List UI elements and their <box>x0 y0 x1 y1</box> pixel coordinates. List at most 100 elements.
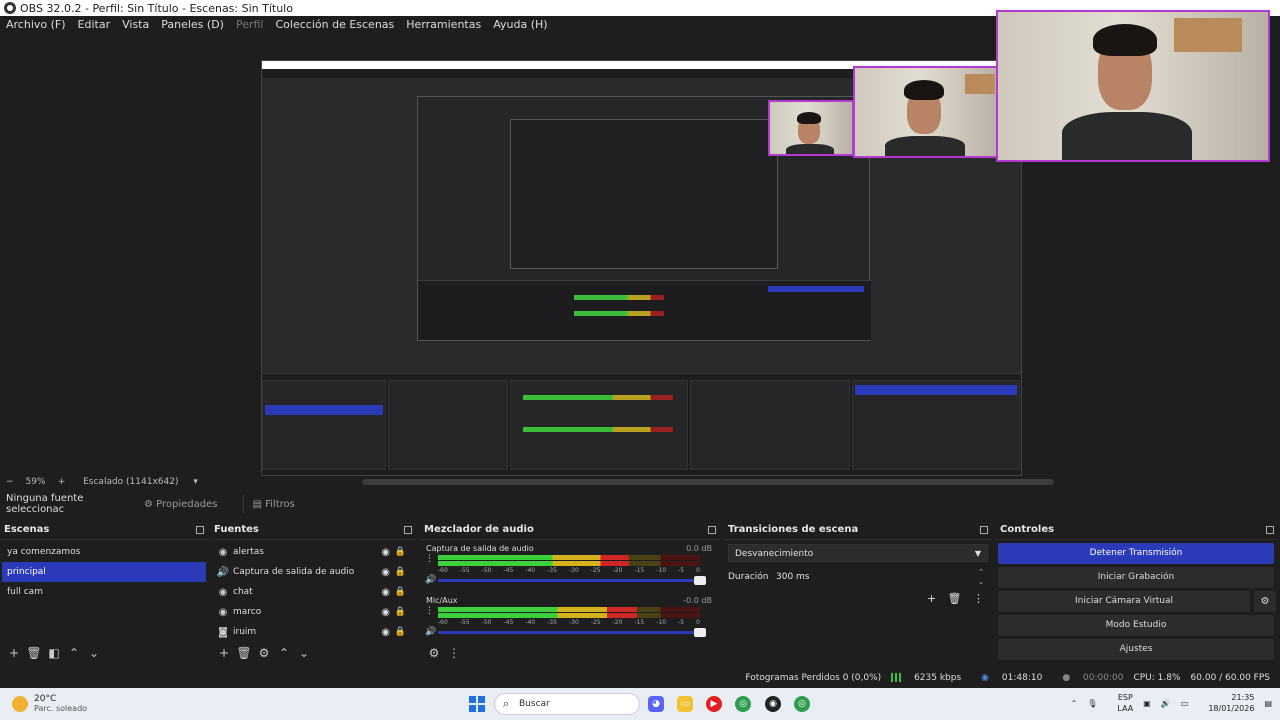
start-virtual-cam-button[interactable]: Iniciar Cámara Virtual <box>998 591 1250 612</box>
discord-icon[interactable]: ◕ <box>648 696 664 712</box>
chevron-up-icon[interactable]: ⌃ <box>1071 699 1078 708</box>
settings-button[interactable]: Ajustes <box>998 639 1274 660</box>
move-up-icon[interactable]: ⌃ <box>274 646 294 660</box>
notifications-icon[interactable]: ▤ <box>1264 699 1272 708</box>
obs-taskbar-icon[interactable]: ◉ <box>765 696 781 712</box>
studio-mode-button[interactable]: Modo Estudio <box>998 615 1274 636</box>
eye-icon[interactable]: ◉ <box>381 627 390 638</box>
move-down-icon[interactable]: ⌄ <box>84 646 104 660</box>
speaker-icon[interactable]: 🔊 <box>425 575 436 585</box>
remove-scene-icon[interactable]: 🗑 <box>24 646 44 660</box>
track-menu-icon[interactable]: ⋮ <box>425 606 434 616</box>
menu-ayuda[interactable]: Ayuda (H) <box>493 18 547 31</box>
lock-icon[interactable]: 🔒 <box>395 607 406 617</box>
scene-item-principal[interactable]: principal <box>2 562 206 582</box>
media-player-icon[interactable]: ▶ <box>706 696 722 712</box>
controls-dock-title: Controles <box>1000 524 1055 535</box>
meter-tick-label: -45 <box>503 567 514 574</box>
scene-filters-icon[interactable]: ◧ <box>44 646 64 660</box>
volume-slider[interactable] <box>438 628 706 637</box>
move-down-icon[interactable]: ⌄ <box>294 646 314 660</box>
stop-stream-button[interactable]: Detener Transmisión <box>998 543 1274 564</box>
add-source-icon[interactable]: + <box>214 646 234 660</box>
start-recording-button[interactable]: Iniciar Grabación <box>998 567 1274 588</box>
remove-source-icon[interactable]: 🗑 <box>234 646 254 660</box>
preview-canvas[interactable] <box>0 10 1280 476</box>
zoom-out-button[interactable]: − <box>6 477 14 487</box>
window-title: OBS 32.0.2 - Perfil: Sin Título - Escena… <box>20 1 293 15</box>
weather-widget[interactable]: 20°C Parc. soleado <box>12 694 87 713</box>
dock-detach-icon[interactable] <box>404 525 412 534</box>
source-item-chat[interactable]: ◉ chat ◉ 🔒 <box>212 582 414 602</box>
meter-tick-label: -25 <box>590 567 601 574</box>
menu-editar[interactable]: Editar <box>78 18 111 31</box>
scale-mode-dropdown[interactable]: Escalado (1141x642) ▾ <box>77 477 204 487</box>
chrome-profile-icon[interactable]: ◎ <box>794 696 810 712</box>
menu-perfil[interactable]: Perfil <box>236 18 264 31</box>
dock-detach-icon[interactable] <box>980 525 988 534</box>
obs-logo-icon <box>4 2 16 14</box>
eye-icon[interactable]: ◉ <box>381 547 390 558</box>
move-up-icon[interactable]: ⌃ <box>64 646 84 660</box>
preview-horizontal-scrollbar[interactable] <box>362 479 1054 485</box>
filters-button[interactable]: ▤ Filtros <box>244 496 302 513</box>
microphone-icon[interactable]: 🎙 <box>1087 699 1097 708</box>
duration-stepper[interactable]: ⌃ ⌄ <box>974 567 988 587</box>
scene-item-ya-comenzamos[interactable]: ya comenzamos <box>2 542 206 562</box>
scenes-dock-title: Escenas <box>4 524 50 535</box>
advanced-audio-icon[interactable]: ⚙ <box>424 646 444 660</box>
menu-coleccion-escenas[interactable]: Colección de Escenas <box>276 18 395 31</box>
lock-icon[interactable]: 🔒 <box>395 587 406 597</box>
taskbar-search[interactable]: ⌕ Buscar <box>494 693 640 715</box>
windows-start-icon[interactable] <box>469 696 485 712</box>
eye-icon[interactable]: ◉ <box>381 607 390 618</box>
add-transition-icon[interactable]: + <box>927 592 936 605</box>
volume-slider-handle[interactable] <box>694 628 706 637</box>
remove-transition-icon[interactable]: 🗑 <box>948 592 962 605</box>
dock-detach-icon[interactable] <box>1266 525 1274 534</box>
dock-detach-icon[interactable] <box>196 525 204 534</box>
lock-icon[interactable]: 🔒 <box>395 567 406 577</box>
meter-ticks: -60 -55 -50 -45 -40 -35 -30 -25 -20 -15 -10 -5 0 <box>438 619 700 626</box>
virtual-cam-settings-icon[interactable]: ⚙ <box>1254 591 1276 612</box>
source-item-captura-audio[interactable]: 🔊 Captura de salida de audio ◉ 🔒 <box>212 562 414 582</box>
menu-archivo[interactable]: Archivo (F) <box>6 18 66 31</box>
properties-button[interactable]: ⚙ Propiedades <box>136 496 225 513</box>
scene-item-full-cam[interactable]: full cam <box>2 582 206 602</box>
filter-icon: ▤ <box>252 498 262 510</box>
duration-input[interactable]: 300 ms <box>772 567 977 587</box>
meter-tick-label: -55 <box>459 619 470 626</box>
source-item-alertas[interactable]: ◉ alertas ◉ 🔒 <box>212 542 414 562</box>
transition-type-select[interactable]: Desvanecimiento ▼ <box>728 544 988 562</box>
menu-vista[interactable]: Vista <box>122 18 149 31</box>
volume-slider-handle[interactable] <box>694 576 706 585</box>
taskbar-clock[interactable]: 21:35 18/01/2026 <box>1198 692 1254 714</box>
dock-detach-icon[interactable] <box>708 525 716 534</box>
speaker-icon[interactable]: 🔊 <box>425 627 436 637</box>
stream-icon: ◉ <box>981 673 990 683</box>
source-properties-icon[interactable]: ⚙ <box>254 646 274 660</box>
record-time-value: 00:00:00 <box>1083 673 1124 683</box>
lock-icon[interactable]: 🔒 <box>395 547 406 557</box>
zoom-in-button[interactable]: + <box>58 477 66 487</box>
transitions-dock: Transiciones de escena Desvanecimiento ▼… <box>724 520 992 664</box>
network-icon[interactable]: ▣ <box>1143 699 1151 708</box>
volume-icon[interactable]: 🔊 <box>1161 699 1171 708</box>
file-explorer-icon[interactable]: ▭ <box>677 696 693 712</box>
language-indicator[interactable]: ESP LAA <box>1107 692 1133 714</box>
menu-paneles[interactable]: Paneles (D) <box>161 18 224 31</box>
source-name: alertas <box>233 547 264 557</box>
source-item-iruim[interactable]: ◙ iruim ◉ 🔒 <box>212 622 414 642</box>
add-scene-icon[interactable]: + <box>4 646 24 660</box>
eye-icon[interactable]: ◉ <box>381 587 390 598</box>
mixer-menu-icon[interactable]: ⋮ <box>444 646 464 660</box>
menu-herramientas[interactable]: Herramientas <box>406 18 481 31</box>
lock-icon[interactable]: 🔒 <box>395 627 406 637</box>
transition-menu-icon[interactable]: ⋮ <box>973 592 984 605</box>
volume-slider[interactable] <box>438 576 706 585</box>
battery-icon[interactable]: ▭ <box>1181 699 1189 708</box>
eye-icon[interactable]: ◉ <box>381 567 390 578</box>
track-menu-icon[interactable]: ⋮ <box>425 554 434 564</box>
chrome-icon[interactable]: ◎ <box>735 696 751 712</box>
source-item-marco[interactable]: ◉ marco ◉ 🔒 <box>212 602 414 622</box>
